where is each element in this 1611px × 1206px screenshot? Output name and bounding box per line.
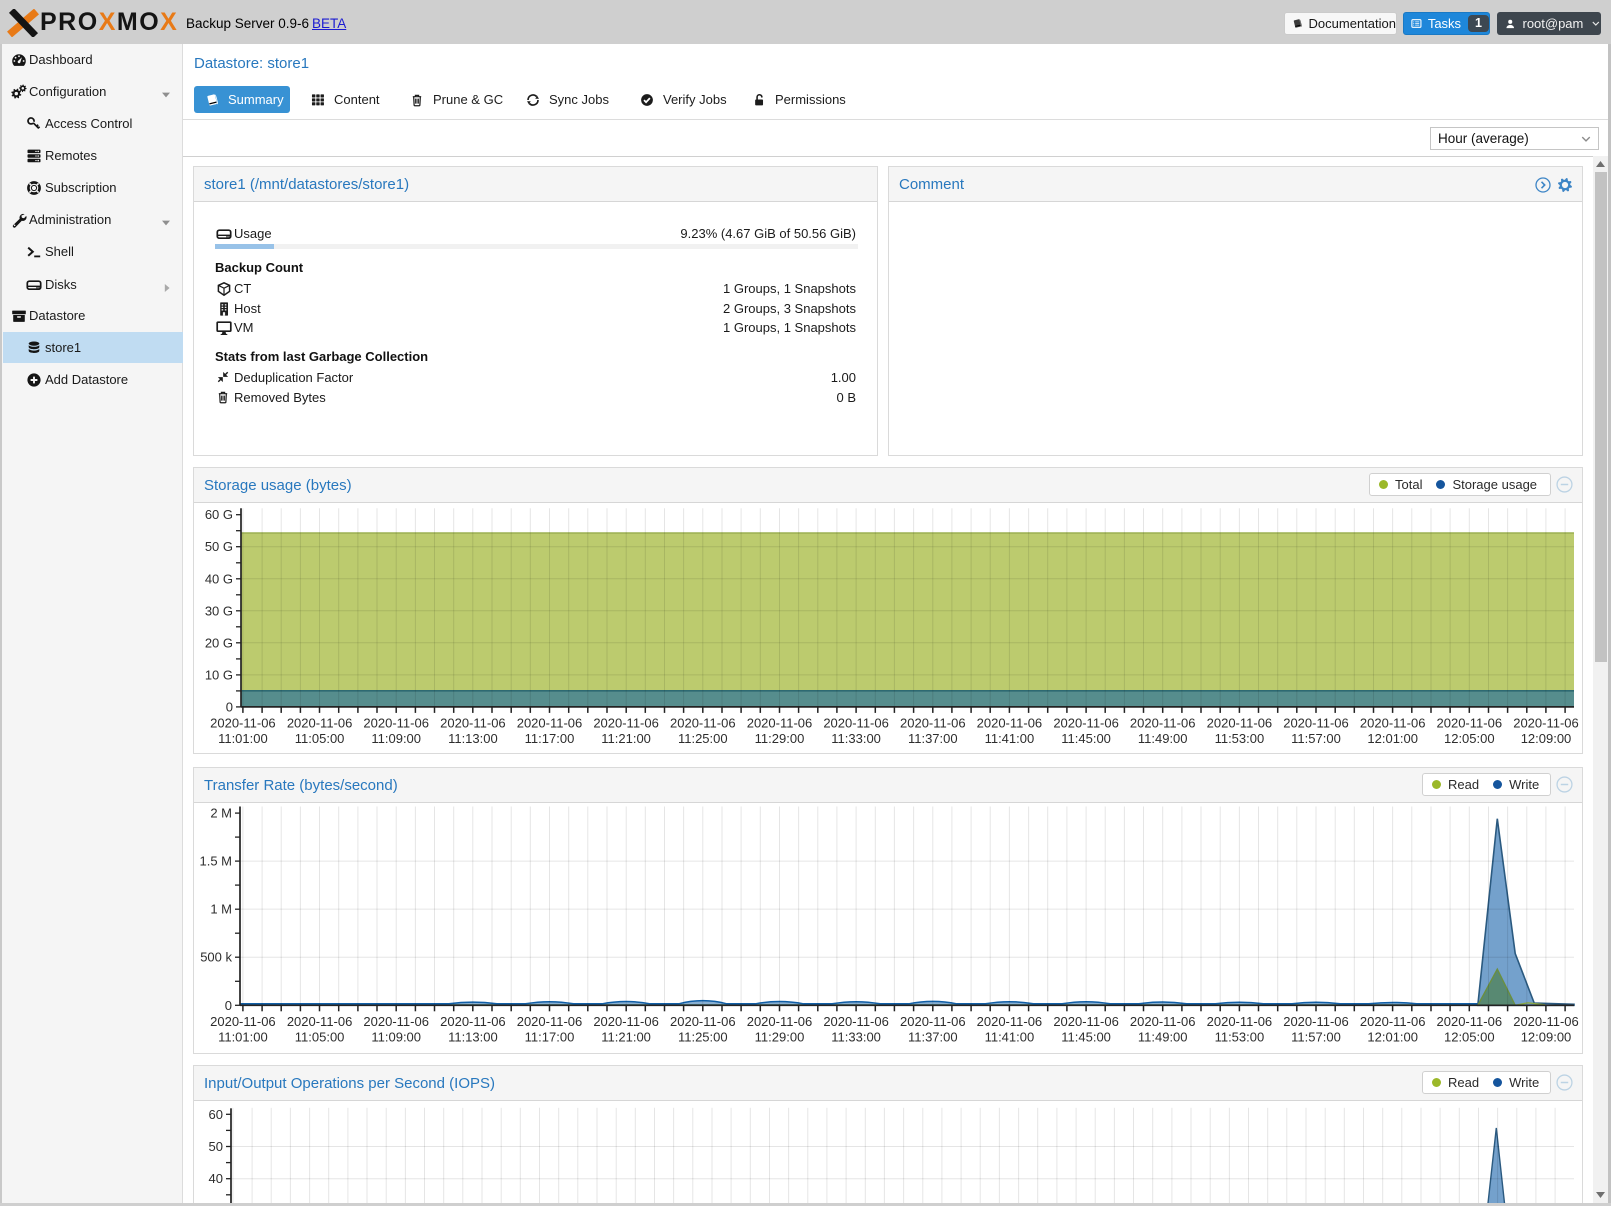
svg-text:60: 60 bbox=[209, 1107, 223, 1122]
svg-text:2020-11-06: 2020-11-06 bbox=[517, 715, 583, 730]
svg-text:11:33:00: 11:33:00 bbox=[831, 1029, 881, 1044]
svg-text:11:09:00: 11:09:00 bbox=[371, 1029, 421, 1044]
svg-text:2020-11-06: 2020-11-06 bbox=[1053, 715, 1119, 730]
svg-text:20 G: 20 G bbox=[205, 635, 233, 650]
svg-text:11:57:00: 11:57:00 bbox=[1291, 1029, 1341, 1044]
svg-text:2020-11-06: 2020-11-06 bbox=[670, 1014, 736, 1029]
svg-text:11:41:00: 11:41:00 bbox=[985, 731, 1035, 746]
svg-text:11:05:00: 11:05:00 bbox=[295, 1029, 345, 1044]
svg-text:2020-11-06: 2020-11-06 bbox=[747, 1014, 813, 1029]
svg-text:12:09:00: 12:09:00 bbox=[1521, 1029, 1572, 1044]
svg-text:1.5 M: 1.5 M bbox=[199, 854, 232, 869]
svg-text:2020-11-06: 2020-11-06 bbox=[747, 715, 813, 730]
svg-text:2020-11-06: 2020-11-06 bbox=[1207, 1014, 1273, 1029]
svg-text:2020-11-06: 2020-11-06 bbox=[1513, 715, 1579, 730]
svg-text:2020-11-06: 2020-11-06 bbox=[1283, 715, 1349, 730]
svg-text:40: 40 bbox=[209, 1171, 223, 1186]
svg-text:2020-11-06: 2020-11-06 bbox=[1130, 1014, 1196, 1029]
svg-text:11:17:00: 11:17:00 bbox=[525, 731, 575, 746]
svg-text:11:13:00: 11:13:00 bbox=[448, 1029, 498, 1044]
svg-text:11:01:00: 11:01:00 bbox=[218, 731, 268, 746]
svg-text:2020-11-06: 2020-11-06 bbox=[1053, 1014, 1119, 1029]
svg-text:50: 50 bbox=[209, 1139, 223, 1154]
svg-text:11:13:00: 11:13:00 bbox=[448, 731, 498, 746]
svg-text:12:01:00: 12:01:00 bbox=[1367, 1029, 1418, 1044]
svg-text:1 M: 1 M bbox=[210, 902, 232, 917]
svg-text:12:01:00: 12:01:00 bbox=[1367, 731, 1418, 746]
svg-text:11:37:00: 11:37:00 bbox=[908, 731, 958, 746]
svg-text:2020-11-06: 2020-11-06 bbox=[900, 1014, 966, 1029]
svg-text:2020-11-06: 2020-11-06 bbox=[210, 715, 276, 730]
svg-text:11:49:00: 11:49:00 bbox=[1138, 1029, 1188, 1044]
svg-text:2020-11-06: 2020-11-06 bbox=[1283, 1014, 1349, 1029]
svg-text:11:37:00: 11:37:00 bbox=[908, 1029, 958, 1044]
svg-text:0: 0 bbox=[226, 699, 233, 714]
svg-text:12:05:00: 12:05:00 bbox=[1444, 1029, 1495, 1044]
svg-text:11:25:00: 11:25:00 bbox=[678, 731, 728, 746]
svg-text:2020-11-06: 2020-11-06 bbox=[363, 1014, 429, 1029]
svg-text:2020-11-06: 2020-11-06 bbox=[1360, 1014, 1426, 1029]
svg-text:11:01:00: 11:01:00 bbox=[218, 1029, 268, 1044]
svg-text:11:41:00: 11:41:00 bbox=[985, 1029, 1035, 1044]
svg-text:2020-11-06: 2020-11-06 bbox=[670, 715, 736, 730]
svg-text:12:09:00: 12:09:00 bbox=[1521, 731, 1572, 746]
svg-text:11:17:00: 11:17:00 bbox=[525, 1029, 575, 1044]
svg-text:2020-11-06: 2020-11-06 bbox=[1130, 715, 1196, 730]
svg-text:2020-11-06: 2020-11-06 bbox=[517, 1014, 583, 1029]
svg-text:2020-11-06: 2020-11-06 bbox=[823, 715, 889, 730]
svg-text:2020-11-06: 2020-11-06 bbox=[593, 1014, 659, 1029]
svg-text:12:05:00: 12:05:00 bbox=[1444, 731, 1495, 746]
svg-text:30 G: 30 G bbox=[205, 603, 233, 618]
svg-text:2020-11-06: 2020-11-06 bbox=[287, 1014, 353, 1029]
svg-text:2020-11-06: 2020-11-06 bbox=[440, 1014, 506, 1029]
svg-text:2020-11-06: 2020-11-06 bbox=[1513, 1014, 1579, 1029]
svg-text:11:49:00: 11:49:00 bbox=[1138, 731, 1188, 746]
svg-text:40 G: 40 G bbox=[205, 571, 233, 586]
svg-text:2020-11-06: 2020-11-06 bbox=[593, 715, 659, 730]
svg-text:50 G: 50 G bbox=[205, 539, 233, 554]
svg-text:2020-11-06: 2020-11-06 bbox=[287, 715, 353, 730]
svg-text:2020-11-06: 2020-11-06 bbox=[977, 715, 1043, 730]
svg-text:11:05:00: 11:05:00 bbox=[295, 731, 345, 746]
svg-text:11:21:00: 11:21:00 bbox=[601, 731, 651, 746]
svg-text:11:29:00: 11:29:00 bbox=[755, 1029, 805, 1044]
svg-text:11:45:00: 11:45:00 bbox=[1061, 731, 1111, 746]
svg-text:11:45:00: 11:45:00 bbox=[1061, 1029, 1111, 1044]
svg-text:2 M: 2 M bbox=[210, 806, 232, 821]
svg-text:2020-11-06: 2020-11-06 bbox=[440, 715, 506, 730]
svg-text:2020-11-06: 2020-11-06 bbox=[1437, 715, 1503, 730]
svg-text:2020-11-06: 2020-11-06 bbox=[823, 1014, 889, 1029]
svg-text:11:29:00: 11:29:00 bbox=[755, 731, 805, 746]
svg-text:10 G: 10 G bbox=[205, 667, 233, 682]
svg-text:2020-11-06: 2020-11-06 bbox=[1360, 715, 1426, 730]
svg-text:11:21:00: 11:21:00 bbox=[601, 1029, 651, 1044]
svg-text:2020-11-06: 2020-11-06 bbox=[1207, 715, 1273, 730]
svg-text:11:53:00: 11:53:00 bbox=[1215, 1029, 1265, 1044]
svg-text:0: 0 bbox=[225, 998, 232, 1013]
svg-text:2020-11-06: 2020-11-06 bbox=[900, 715, 966, 730]
svg-text:11:53:00: 11:53:00 bbox=[1215, 731, 1265, 746]
svg-text:11:33:00: 11:33:00 bbox=[831, 731, 881, 746]
svg-text:11:25:00: 11:25:00 bbox=[678, 1029, 728, 1044]
svg-text:11:09:00: 11:09:00 bbox=[371, 731, 421, 746]
svg-text:2020-11-06: 2020-11-06 bbox=[977, 1014, 1043, 1029]
svg-text:500 k: 500 k bbox=[200, 950, 232, 965]
svg-text:11:57:00: 11:57:00 bbox=[1291, 731, 1341, 746]
svg-text:2020-11-06: 2020-11-06 bbox=[210, 1014, 276, 1029]
svg-text:2020-11-06: 2020-11-06 bbox=[363, 715, 429, 730]
svg-text:60 G: 60 G bbox=[205, 507, 233, 522]
svg-text:2020-11-06: 2020-11-06 bbox=[1437, 1014, 1503, 1029]
